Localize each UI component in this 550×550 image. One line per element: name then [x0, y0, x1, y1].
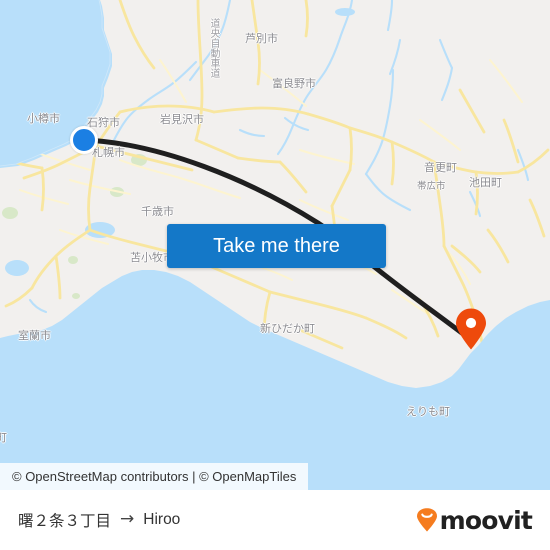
take-me-there-button[interactable]: Take me there — [167, 224, 386, 268]
map-canvas[interactable]: 芦別市 道央自動車道 富良野市 小樽市 石狩市 岩見沢市 札幌市 音更町 帯広市… — [0, 0, 550, 490]
moovit-pin-icon — [416, 508, 437, 532]
map-attribution[interactable]: © OpenStreetMap contributors | © OpenMap… — [0, 463, 309, 490]
footer-bar: 曙２条３丁目 → Hiroo moovit — [0, 490, 550, 550]
destination-marker-pin[interactable] — [455, 308, 487, 350]
moovit-wordmark: moovit — [439, 505, 533, 535]
route-origin-name: 曙２条３丁目 — [18, 512, 112, 530]
lake-toya — [5, 260, 29, 276]
origin-marker-dot[interactable] — [70, 126, 98, 154]
arrow-right-icon: → — [120, 508, 135, 529]
lake-upper — [335, 8, 355, 16]
moovit-route-map-card: 芦別市 道央自動車道 富良野市 小樽市 石狩市 岩見沢市 札幌市 音更町 帯広市… — [0, 0, 550, 550]
route-summary: 曙２条３丁目 → Hiroo — [18, 509, 180, 531]
moovit-logo[interactable]: moovit — [416, 505, 533, 535]
route-destination-name: Hiroo — [143, 511, 181, 528]
